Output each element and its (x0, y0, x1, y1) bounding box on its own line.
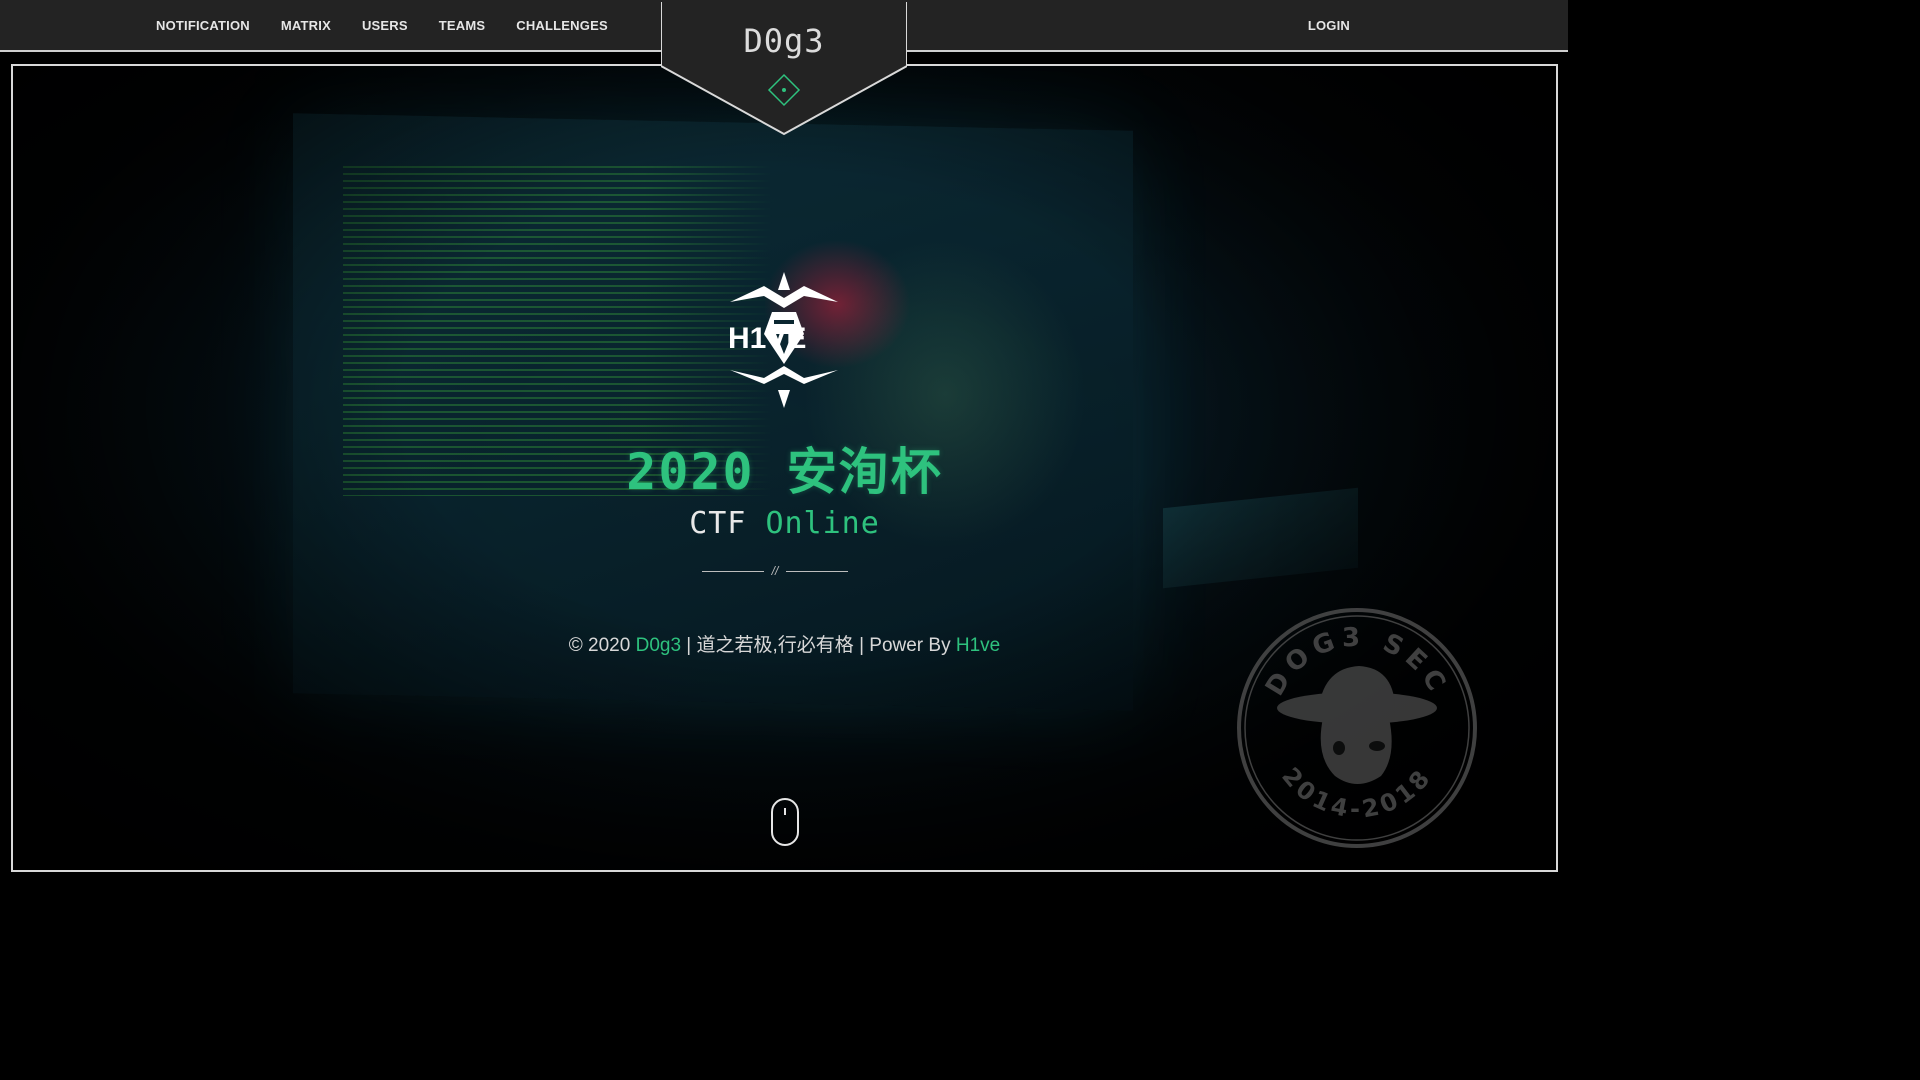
brand-badge-shape (661, 0, 907, 136)
hero-title: 2020 安洵杯 (626, 443, 943, 501)
scroll-down-indicator[interactable] (771, 798, 799, 846)
hero-subtitle-ctf: CTF (689, 506, 766, 541)
divider-mark: // (771, 564, 779, 578)
hero-frame: H1VE 2020 安洵杯 CTF Online // © 2020 D0g3 … (11, 64, 1558, 872)
nav-login[interactable]: LOGIN (1308, 18, 1350, 33)
brand-name: D0g3 (743, 22, 825, 60)
copyright-brand-link[interactable]: D0g3 (636, 635, 681, 656)
nav-users[interactable]: USERS (362, 18, 408, 33)
brand-badge[interactable]: D0g3 (661, 0, 907, 136)
copyright-motto: | 道之若极,行必有格 | Power By (681, 635, 956, 656)
scroll-wheel-icon (784, 808, 786, 815)
nav-teams[interactable]: TEAMS (439, 18, 486, 33)
nav-left: NOTIFICATION MATRIX USERS TEAMS CHALLENG… (156, 0, 608, 50)
nav-challenges[interactable]: CHALLENGES (516, 18, 608, 33)
dog3-sec-seal: DOG3 SEC 2014-2018 (1237, 608, 1477, 848)
nav-notification[interactable]: NOTIFICATION (156, 18, 250, 33)
page: NOTIFICATION MATRIX USERS TEAMS CHALLENG… (0, 0, 1568, 882)
copyright-text: © 2020 (568, 635, 636, 656)
power-by-link[interactable]: H1ve (956, 635, 1000, 656)
divider-line-right (786, 570, 849, 572)
hero-subtitle: CTF Online (13, 506, 1556, 541)
svg-text:H1VE: H1VE (728, 322, 806, 355)
nav-matrix[interactable]: MATRIX (281, 18, 331, 33)
hero-subtitle-online: Online (765, 506, 880, 541)
divider-line-left (702, 570, 764, 572)
hive-logo: H1VE (728, 272, 838, 408)
nav-right: LOGIN (1308, 0, 1350, 50)
hero-divider: // (702, 564, 849, 578)
